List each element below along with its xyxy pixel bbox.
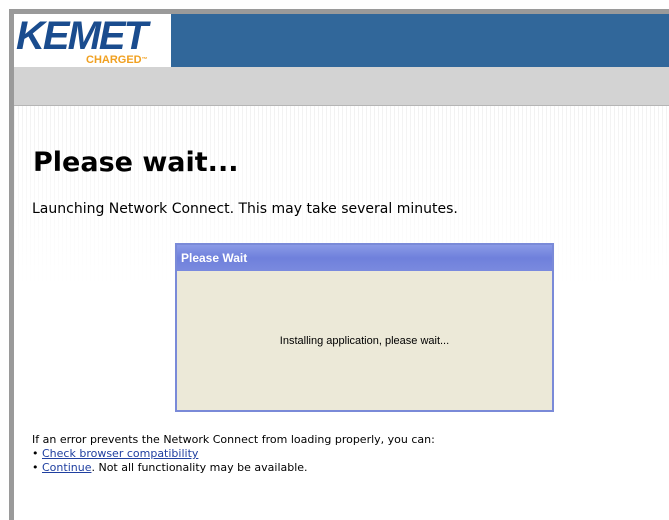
top-margin xyxy=(0,0,669,9)
continue-link[interactable]: Continue xyxy=(42,461,91,474)
logo-tagline-text: CHARGED xyxy=(86,54,142,66)
dialog-title: Please Wait xyxy=(181,251,248,265)
list-item-check-compatibility: • Check browser compatibility xyxy=(32,447,198,461)
logo-tagline: CHARGED™ xyxy=(86,54,148,66)
list-item-continue: • Continue. Not all functionality may be… xyxy=(32,461,308,475)
kemet-logo: KEMET CHARGED™ xyxy=(14,14,171,67)
bullet-icon: • xyxy=(32,461,42,474)
continue-note: . Not all functionality may be available… xyxy=(91,461,308,474)
dialog-message: Installing application, please wait... xyxy=(279,335,450,347)
check-browser-compatibility-link[interactable]: Check browser compatibility xyxy=(42,447,198,460)
logo-wordmark: KEMET xyxy=(16,14,148,58)
bullet-icon: • xyxy=(32,447,42,460)
error-help-text: If an error prevents the Network Connect… xyxy=(32,433,435,446)
status-message: Launching Network Connect. This may take… xyxy=(32,201,458,217)
nav-band xyxy=(14,67,669,106)
page-title: Please wait... xyxy=(33,147,239,178)
browser-page: KEMET CHARGED™ Please wait... Launching … xyxy=(0,0,669,520)
please-wait-dialog: Please Wait Installing application, plea… xyxy=(175,243,554,412)
logo-trademark: ™ xyxy=(141,57,148,63)
dialog-titlebar[interactable]: Please Wait xyxy=(177,245,552,271)
